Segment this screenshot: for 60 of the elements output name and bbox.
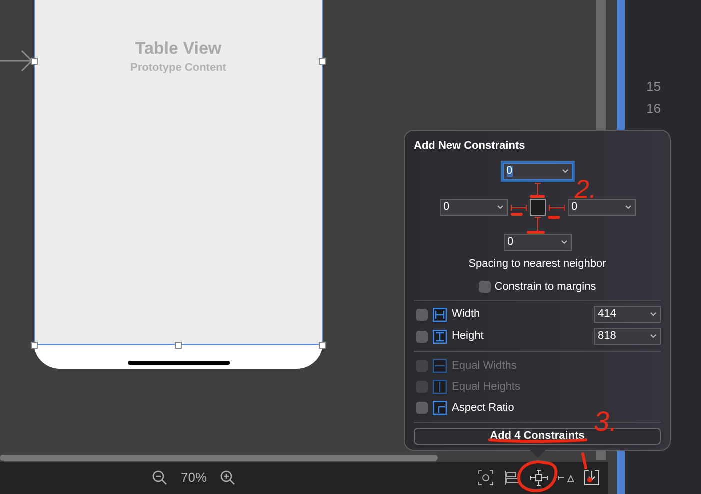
annotation-stroke xyxy=(511,213,523,216)
update-frames-icon[interactable] xyxy=(478,470,494,486)
popover-title: Add New Constraints xyxy=(414,141,526,152)
constraint-label: Equal Widths xyxy=(452,358,517,374)
popover-pointer xyxy=(530,450,546,458)
margins-checkbox-row[interactable]: Constrain to margins xyxy=(414,279,661,296)
annotation-text: 2. xyxy=(575,176,597,202)
add-constraints-icon[interactable] xyxy=(530,470,548,486)
spacing-strut[interactable] xyxy=(548,204,564,212)
chevron-icon xyxy=(562,169,568,174)
equal-heights-icon xyxy=(433,380,447,394)
resize-handle[interactable] xyxy=(31,58,38,65)
checkbox[interactable] xyxy=(416,330,428,342)
view-square xyxy=(530,199,546,216)
chevron-icon xyxy=(560,240,568,245)
checkbox[interactable] xyxy=(416,308,428,320)
checkbox[interactable] xyxy=(478,281,491,294)
number-field[interactable]: 0 xyxy=(504,234,572,251)
annotation-mark xyxy=(581,452,593,484)
align-icon[interactable] xyxy=(504,470,520,486)
zoom-in-icon[interactable] xyxy=(220,470,236,486)
spacing-label: Spacing to nearest neighbor xyxy=(468,259,608,270)
chevron-icon xyxy=(650,334,657,339)
table-title: Table View xyxy=(135,40,222,57)
table-subtitle: Prototype Content xyxy=(130,63,226,74)
number-field[interactable]: 0 xyxy=(568,199,636,216)
chevron-icon xyxy=(496,205,504,210)
chevron-icon xyxy=(624,205,632,210)
number-field[interactable]: 0 xyxy=(440,199,508,216)
horizontal-scrollbar[interactable] xyxy=(0,455,438,461)
embed-icon[interactable] xyxy=(584,470,600,486)
aspect-ratio-icon xyxy=(433,401,447,415)
equal-widths-icon xyxy=(433,359,447,373)
number-field[interactable]: 818 xyxy=(594,328,661,345)
segue-arrow-icon xyxy=(0,49,34,73)
resize-handle[interactable] xyxy=(175,342,182,349)
chevron-icon xyxy=(650,312,657,317)
constraint-label: Width xyxy=(452,307,482,322)
zoom-level: 70% xyxy=(181,469,208,488)
line-number: 16 xyxy=(646,100,661,118)
height-icon xyxy=(433,330,447,344)
annotation-stroke xyxy=(527,231,545,234)
number-field[interactable]: 0 xyxy=(502,163,572,180)
number-field[interactable]: 414 xyxy=(594,306,661,323)
zoom-out-icon[interactable] xyxy=(152,470,168,486)
resize-handle[interactable] xyxy=(319,342,326,349)
width-icon xyxy=(433,308,447,322)
constraint-label: Aspect Ratio xyxy=(452,400,514,416)
spacing-strut[interactable] xyxy=(534,183,542,198)
annotation-stroke xyxy=(530,195,545,198)
constraint-label: Height xyxy=(452,329,485,344)
annotation-stroke xyxy=(548,216,560,219)
resize-handle[interactable] xyxy=(319,58,326,65)
checkbox[interactable] xyxy=(416,402,428,414)
checkbox-label: Constrain to margins xyxy=(494,280,596,295)
constraint-label: Equal Heights xyxy=(452,380,520,395)
spacing-strut[interactable] xyxy=(510,204,526,212)
spacing-strut[interactable] xyxy=(534,217,542,232)
line-number: 15 xyxy=(646,78,661,96)
resize-handle[interactable] xyxy=(31,342,38,349)
